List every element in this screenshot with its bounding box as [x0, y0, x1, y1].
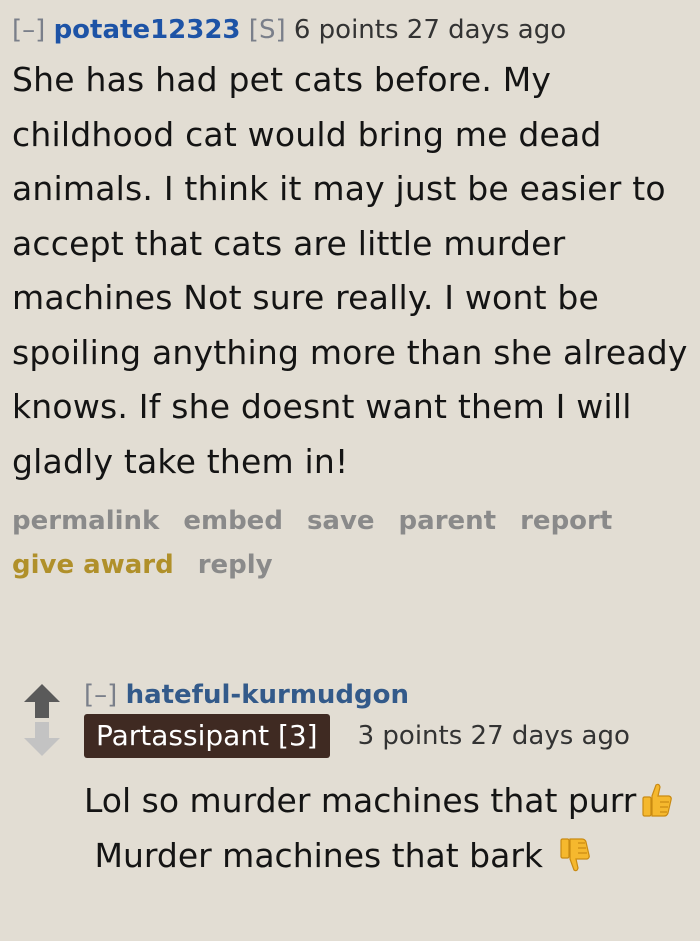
comment-author[interactable]: potate12323 [54, 15, 241, 45]
reply-body: Lol so murder machines that purr Murder … [84, 774, 690, 883]
arrow-down-icon[interactable] [20, 720, 64, 758]
reply-body-part1: Lol so murder machines that purr [84, 781, 637, 820]
comment-score-time: 6 points 27 days ago [293, 15, 567, 45]
embed-button[interactable]: embed [183, 506, 283, 536]
collapse-toggle[interactable]: [–] [12, 15, 45, 45]
reply-body-part2: Murder machines that bark [94, 835, 544, 875]
reply-author[interactable]: hateful-kurmudgon [126, 680, 409, 710]
comment-actions: permalink embed save parent report give awar… [12, 499, 692, 587]
thumbs-down-icon [559, 837, 590, 871]
vote-arrows [20, 682, 64, 758]
save-button[interactable]: save [307, 506, 375, 536]
permalink-button[interactable]: permalink [12, 506, 159, 536]
parent-button[interactable]: parent [399, 506, 497, 536]
arrow-up-icon[interactable] [20, 682, 64, 720]
reply-collapse-toggle[interactable]: [–] [84, 680, 117, 710]
thumbs-up-icon [642, 783, 673, 817]
submitter-tag[interactable]: [S] [249, 15, 286, 45]
reply-meta: Partassipant [3] 3 points 27 days ago [84, 714, 690, 758]
reply-score-time: 3 points 27 days ago [357, 721, 630, 751]
user-flair: Partassipant [3] [84, 714, 330, 758]
report-button[interactable]: report [520, 506, 612, 536]
reply-tagline: [–] hateful-kurmudgon [84, 678, 690, 712]
comment-body: She has had pet cats before. My childhoo… [12, 60, 688, 481]
comment-tagline: [–] potate12323 [S] 6 points 27 days ago [12, 10, 692, 50]
parent-comment: [–] potate12323 [S] 6 points 27 days ago… [12, 10, 692, 587]
give-award-button[interactable]: give award [12, 550, 174, 580]
reply-button[interactable]: reply [198, 550, 273, 580]
reply-content: [–] hateful-kurmudgon Partassipant [3] 3… [84, 678, 690, 883]
